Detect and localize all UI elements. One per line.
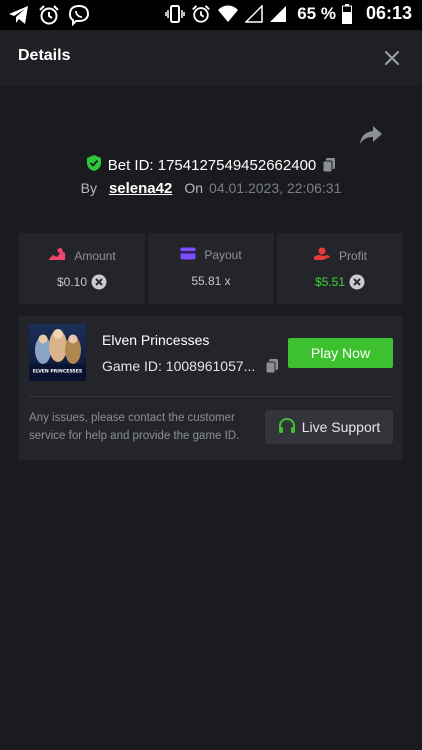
- amount-icon: [48, 247, 66, 264]
- play-now-button[interactable]: Play Now: [288, 338, 393, 368]
- clock: 06:13: [365, 3, 412, 23]
- thumbnail-title: ELVEN PRINCESSES: [33, 369, 82, 375]
- copy-icon: [265, 359, 279, 374]
- signal-icon: [269, 5, 287, 23]
- username-link[interactable]: selena42: [109, 180, 172, 197]
- divider: [29, 396, 393, 397]
- copy-icon: [322, 158, 336, 173]
- details-header: Details: [0, 30, 422, 86]
- game-id: Game ID: 1008961057...: [102, 358, 256, 374]
- stat-label: Profit: [338, 248, 367, 263]
- stat-label: Payout: [204, 248, 242, 262]
- bet-date: 04.01.2023, 22:06:31: [209, 180, 342, 196]
- stat-label: Amount: [74, 248, 116, 263]
- stat-card-payout: Payout 55.81 x: [148, 233, 274, 304]
- profit-icon: [313, 247, 331, 264]
- bet-id: Bet ID: 1754127549452662400: [107, 156, 317, 174]
- verified-shield-icon: [86, 154, 102, 176]
- game-card: ELVEN PRINCESSES Elven Princesses Game I…: [19, 316, 403, 460]
- headset-icon: [278, 417, 296, 438]
- wallet-icon: [180, 247, 196, 263]
- coin-icon: [349, 274, 365, 290]
- battery-percent: 65 %: [297, 3, 336, 23]
- stat-card-profit: Profit $5.51: [277, 233, 403, 304]
- stat-value: $0.10: [56, 275, 88, 289]
- game-thumbnail[interactable]: ELVEN PRINCESSES: [29, 324, 86, 381]
- live-support-button[interactable]: Live Support: [265, 410, 393, 444]
- alarm-icon: [191, 4, 211, 24]
- on-label: On: [184, 180, 204, 196]
- game-id-row: Game ID: 1008961057...: [102, 358, 279, 374]
- status-left-icons: [8, 4, 90, 26]
- by-label: By: [80, 180, 97, 196]
- stat-card-amount: Amount $0.10: [19, 233, 145, 304]
- copy-game-id-button[interactable]: [265, 358, 279, 374]
- alarm-icon: [38, 4, 60, 26]
- wifi-icon: [217, 5, 239, 23]
- bet-stats: Amount $0.10 Payout 55.81 x Profit $5.51: [19, 233, 403, 304]
- coin-icon: [91, 274, 107, 290]
- share-button[interactable]: [359, 124, 385, 148]
- stat-value: 55.81 x: [191, 274, 231, 288]
- game-name: Elven Princesses: [102, 332, 210, 348]
- support-message: Any issues, please contact the customer …: [29, 412, 240, 442]
- status-right-icons: 65 % 06:13: [165, 3, 412, 24]
- bet-meta-row: By selena42 On 04.01.2023, 22:06:31: [0, 180, 422, 197]
- telegram-icon: [8, 5, 30, 25]
- stat-value: $5.51: [314, 275, 346, 289]
- signal-icon: [245, 4, 263, 23]
- status-bar: 65 % 06:13: [0, 0, 422, 30]
- page-title: Details: [18, 47, 71, 64]
- close-icon: [384, 50, 400, 66]
- details-content: Bet ID: 1754127549452662400 By selena42 …: [0, 86, 422, 750]
- share-icon: [360, 126, 382, 144]
- battery-icon: [341, 3, 352, 24]
- bet-id-row: Bet ID: 1754127549452662400: [0, 154, 422, 176]
- vibrate-icon: [165, 4, 185, 24]
- live-support-label: Live Support: [301, 419, 381, 435]
- copy-bet-id-button[interactable]: [322, 157, 336, 173]
- viber-icon: [68, 4, 90, 26]
- close-button[interactable]: [382, 48, 402, 68]
